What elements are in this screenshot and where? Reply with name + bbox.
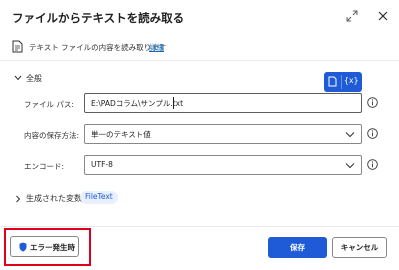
variables-button-divider	[341, 75, 342, 89]
chevron-down-icon	[345, 163, 355, 169]
close-icon[interactable]	[376, 9, 390, 23]
encoding-label: エンコード:	[24, 162, 65, 171]
file-path-label: ファイル パス:	[24, 100, 74, 109]
save-method-value: 単一のテキスト値	[91, 130, 151, 139]
on-error-button[interactable]: エラー発生時	[10, 236, 79, 257]
expand-icon[interactable]	[346, 10, 358, 22]
info-icon[interactable]	[367, 128, 378, 139]
info-icon[interactable]	[367, 159, 378, 170]
header-divider	[0, 60, 399, 61]
cancel-button[interactable]: キャンセル	[332, 237, 387, 258]
variable-badge[interactable]: FileText	[80, 191, 118, 204]
footer-divider	[0, 226, 399, 227]
variables-icon: {x}	[344, 76, 359, 85]
chevron-down-icon	[345, 132, 355, 138]
details-link[interactable]: 詳細	[149, 42, 164, 53]
file-path-value: E:\PADコラム\サンプル.txt	[91, 99, 184, 108]
chevron-right-icon	[16, 195, 21, 203]
file-select-icon	[328, 76, 337, 87]
dialog-titlebar: ファイルからテキストを読み取る	[0, 0, 399, 34]
section-general-label: 全般	[26, 74, 42, 83]
encoding-value: UTF-8	[91, 160, 113, 169]
on-error-label: エラー発生時	[30, 243, 75, 252]
text-caret	[173, 97, 174, 109]
generated-variables-label: 生成された変数	[26, 194, 82, 203]
save-button[interactable]: 保存	[268, 237, 327, 258]
save-method-label: 内容の保存方法:	[24, 131, 80, 140]
file-path-input[interactable]: E:\PADコラム\サンプル.txt	[84, 93, 362, 113]
chevron-down-icon	[14, 75, 22, 81]
insert-variable-button[interactable]: {x}	[324, 72, 362, 92]
shield-icon	[19, 242, 27, 252]
info-icon[interactable]	[367, 97, 378, 108]
dialog-title: ファイルからテキストを読み取る	[12, 11, 185, 25]
description-text: テキスト ファイルの内容を読み取ります	[29, 43, 167, 52]
encoding-dropdown[interactable]: UTF-8	[84, 155, 362, 175]
save-method-dropdown[interactable]: 単一のテキスト値	[84, 124, 362, 144]
document-icon	[12, 40, 23, 53]
